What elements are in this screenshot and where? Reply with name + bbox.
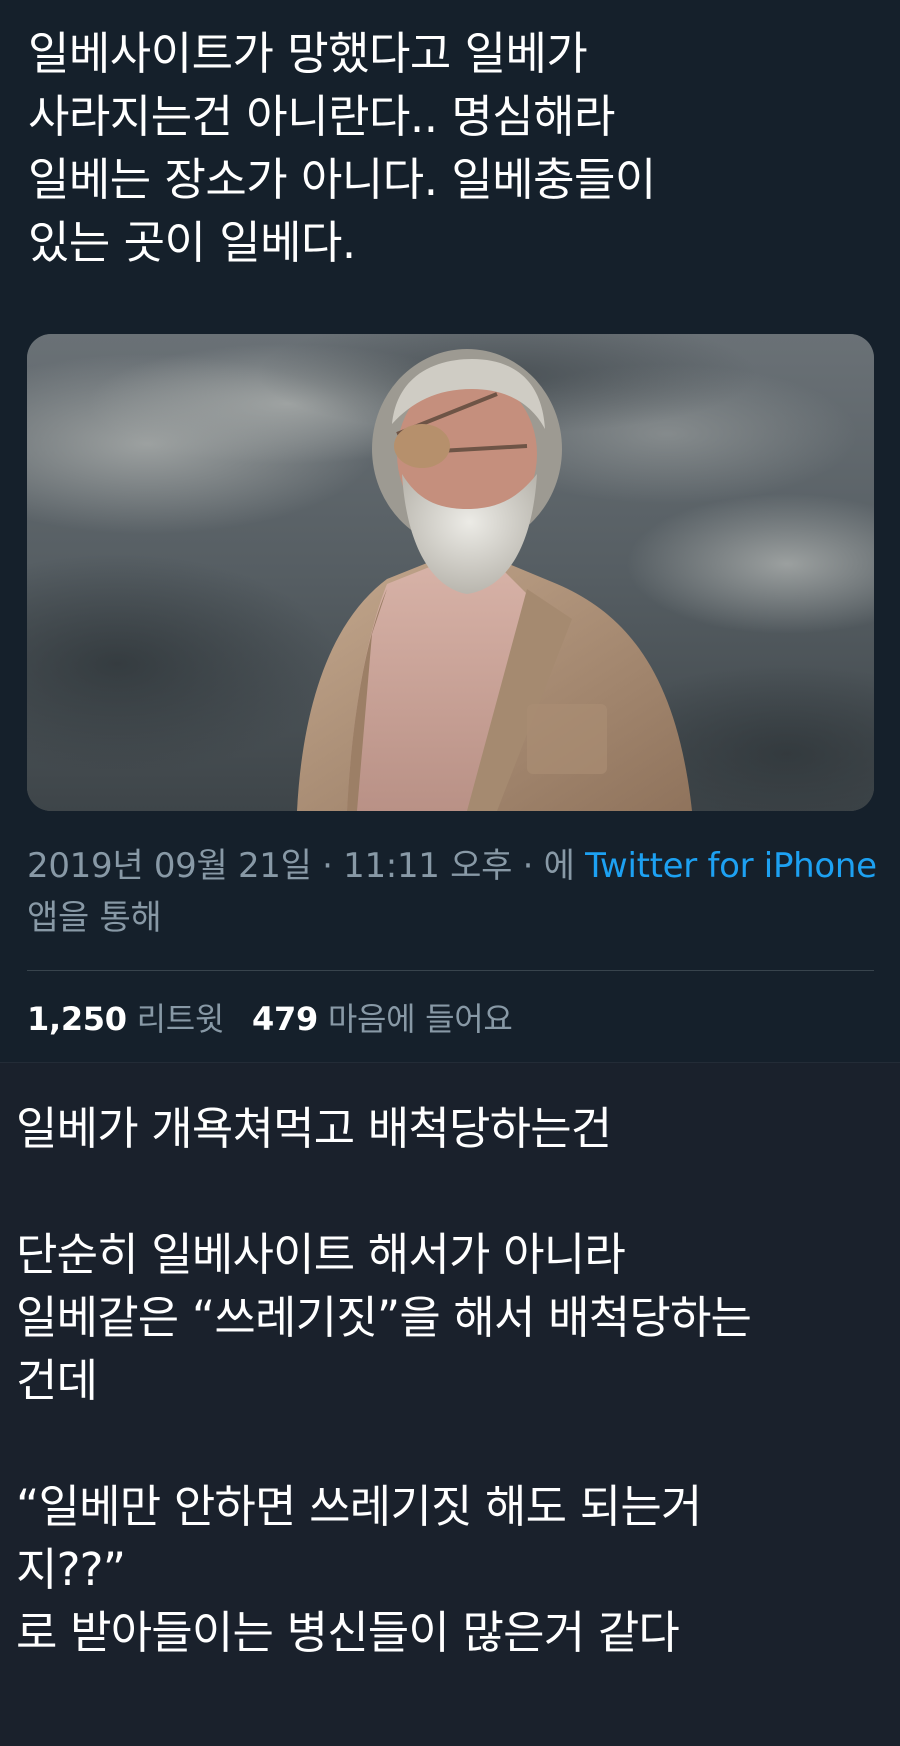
tweet-timestamp: 2019년 09월 21일 · 11:11 오후 · 에	[27, 846, 586, 886]
tweet-text: 일베사이트가 망했다고 일베가 사라지는건 아니란다.. 명심해라 일베는 장소…	[28, 27, 656, 269]
tweet-photo[interactable]	[27, 334, 874, 811]
source-link[interactable]: Twitter for iPhone	[585, 846, 877, 886]
like-count[interactable]: 479	[252, 1000, 318, 1038]
comment-paragraph-3: “일베만 안하면 쓰레기짓 해도 되는거 지??” 로 받아들이는 병신들이 많…	[16, 1480, 702, 1659]
source-suffix: 앱을 통해	[27, 898, 162, 938]
photo-image	[27, 334, 874, 811]
retweet-label[interactable]: 리트윗	[137, 1000, 225, 1038]
divider	[27, 970, 874, 971]
comment-block: 일베가 개욕쳐먹고 배척당하는건 단순히 일베사이트 해서가 아니라 일베같은 …	[0, 1062, 900, 1746]
tweet-stats: 1,250 리트윗 479 마음에 들어요	[27, 995, 513, 1043]
comment-paragraph-1: 일베가 개욕쳐먹고 배척당하는건	[16, 1102, 612, 1155]
like-label[interactable]: 마음에 들어요	[328, 1000, 513, 1038]
tweet-meta: 2019년 09월 21일 · 11:11 오후 · 에 Twitter for…	[27, 840, 877, 944]
comment-paragraph-2: 단순히 일베사이트 해서가 아니라 일베같은 “쓰레기짓”을 해서 배척당하는 …	[16, 1228, 752, 1407]
tweet-card: 일베사이트가 망했다고 일베가 사라지는건 아니란다.. 명심해라 일베는 장소…	[0, 0, 900, 1062]
retweet-count[interactable]: 1,250	[27, 1000, 127, 1038]
comment-text: 일베가 개욕쳐먹고 배척당하는건 단순히 일베사이트 해서가 아니라 일베같은 …	[16, 1097, 896, 1664]
